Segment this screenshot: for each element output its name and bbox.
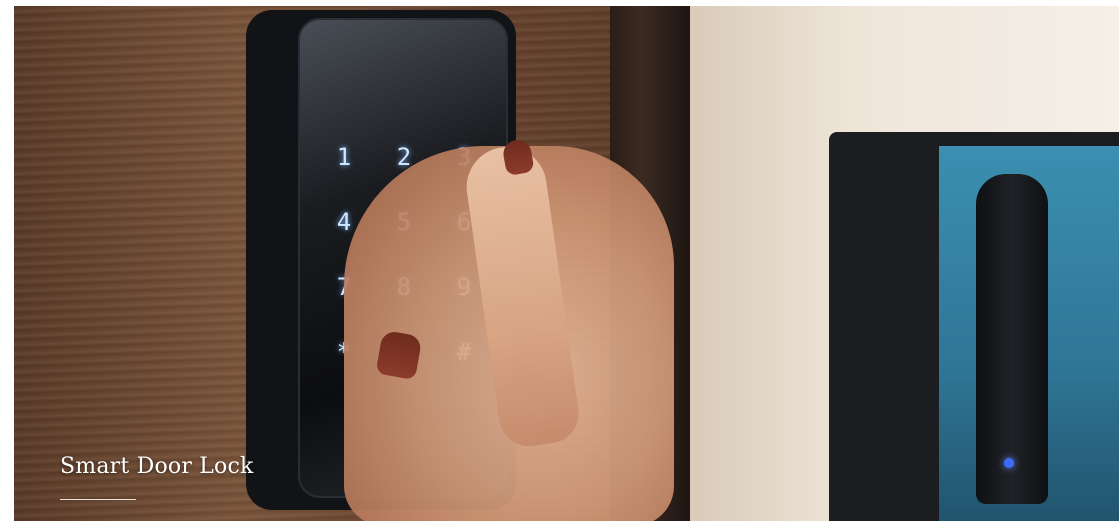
status-led-icon [1004,458,1014,468]
banner-caption: Smart Door Lock [60,454,254,479]
product-banner[interactable]: 1 2 3 4 5 6 7 8 9 * # Smart Door Lock [14,6,1119,521]
key-1: 1 [336,142,352,171]
wall-device-handle [976,174,1048,504]
thumbnail-nail [375,329,423,381]
caption-underline [60,499,136,500]
